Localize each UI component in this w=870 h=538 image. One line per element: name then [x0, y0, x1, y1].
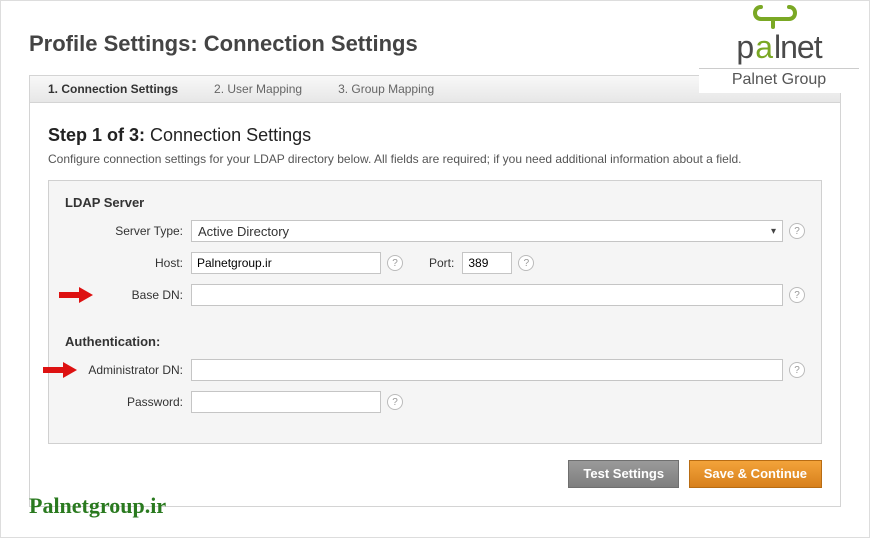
save-continue-button[interactable]: Save & Continue [689, 460, 822, 488]
help-icon[interactable]: ? [387, 394, 403, 410]
help-icon[interactable]: ? [518, 255, 534, 271]
help-icon[interactable]: ? [789, 362, 805, 378]
server-type-select[interactable]: Active Directory ▾ [191, 220, 783, 242]
help-icon[interactable]: ? [789, 223, 805, 239]
chevron-down-icon: ▾ [771, 226, 776, 237]
auth-section-label: Authentication: [65, 334, 805, 349]
footer-brand-text: Palnetgroup.ir [29, 493, 166, 519]
tab-user-mapping[interactable]: 2. User Mapping [196, 75, 320, 103]
port-label: Port: [429, 256, 462, 270]
admin-dn-input[interactable] [191, 359, 783, 381]
tab-connection-settings[interactable]: 1. Connection Settings [30, 75, 196, 103]
server-type-value: Active Directory [198, 224, 289, 239]
logo-text-rest: lnet [774, 29, 822, 66]
step-prefix: Step 1 of 3: [48, 125, 145, 145]
ldap-section-label: LDAP Server [65, 195, 805, 210]
server-type-label: Server Type: [65, 224, 191, 238]
step-heading: Step 1 of 3: Connection Settings [48, 125, 822, 146]
logo-text-p: p [736, 29, 753, 66]
test-settings-button[interactable]: Test Settings [568, 460, 679, 488]
tab-group-mapping[interactable]: 3. Group Mapping [320, 75, 452, 103]
brand-logo: palnet Palnet Group [699, 3, 859, 93]
base-dn-input[interactable] [191, 284, 783, 306]
help-icon[interactable]: ? [789, 287, 805, 303]
step-name: Connection Settings [150, 125, 311, 145]
logo-subtitle: Palnet Group [699, 68, 859, 89]
password-label: Password: [65, 395, 191, 409]
port-input[interactable] [462, 252, 512, 274]
logo-text-a: a [755, 29, 772, 66]
password-input[interactable] [191, 391, 381, 413]
step-description: Configure connection settings for your L… [48, 152, 822, 166]
host-input[interactable] [191, 252, 381, 274]
arrow-right-icon [43, 362, 77, 378]
host-label: Host: [65, 256, 191, 270]
admin-dn-label: Administrator DN: [65, 363, 191, 377]
arrow-right-icon [59, 287, 93, 303]
help-icon[interactable]: ? [387, 255, 403, 271]
